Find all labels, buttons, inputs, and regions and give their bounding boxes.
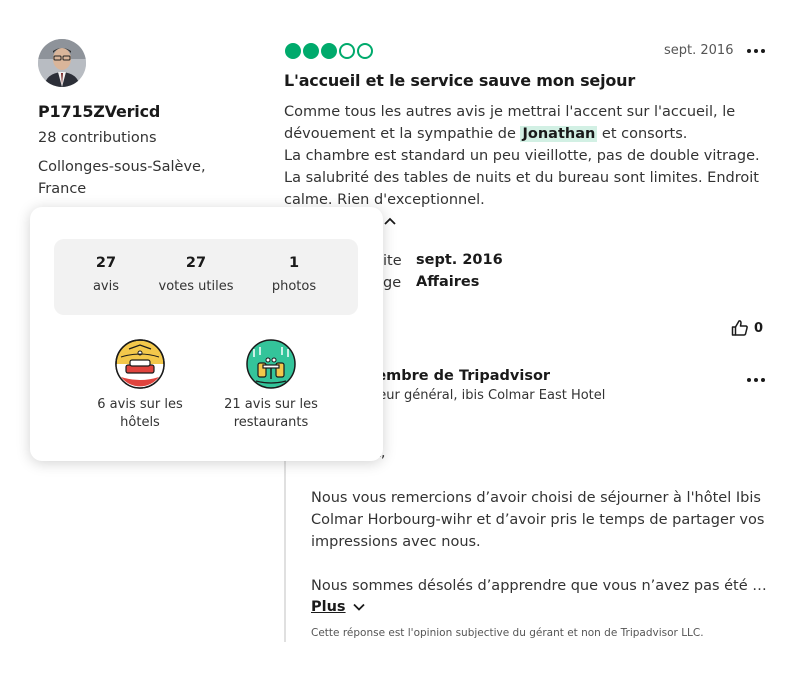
highlighted-name: Jonathan [520, 126, 598, 142]
stat-photos-value: 1 [288, 255, 300, 271]
review-more-options-icon[interactable] [745, 43, 767, 59]
rating-bubbles [285, 43, 373, 59]
location-line-1: Collonges-sous-Salève, [38, 159, 206, 175]
meta-value-date: sept. 2016 [416, 252, 503, 268]
badge-restaurant-reviews[interactable]: 21 avis sur les restaurants [201, 339, 341, 432]
rating-bubble-filled [321, 43, 337, 59]
chevron-up-icon[interactable] [383, 214, 397, 228]
review-date: sept. 2016 [664, 43, 734, 58]
reviewer-profile-popover: 27 avis 27 votes utiles 1 photos 6 avis … [30, 207, 383, 461]
reviewer-location: Collonges-sous-Salève, France [38, 156, 238, 200]
response-disclaimer: Cette réponse est l'opinion subjective d… [311, 627, 704, 639]
restaurant-badge-icon [246, 339, 296, 389]
review-title: L'accueil et le service sauve mon sejour [284, 71, 636, 90]
reviewer-contributions: 28 contributions [38, 130, 157, 146]
reviewer-stats-panel: 27 avis 27 votes utiles 1 photos [54, 239, 358, 315]
badge-hotel-line2: hôtels [120, 415, 160, 430]
avatar-photo-icon [38, 39, 86, 87]
hotel-badge-icon [115, 339, 165, 389]
response-paragraph-2: Nous sommes désolés d’apprendre que vous… [311, 578, 767, 594]
rating-bubble-empty [357, 43, 373, 59]
badge-hotel-line1: 6 avis sur les [97, 397, 183, 412]
response-more-label: Plus [311, 599, 346, 615]
stat-helpful-votes-label: votes utiles [158, 279, 234, 294]
rating-bubble-filled [303, 43, 319, 59]
review-text-line4: La salubrité des tables de nuits et du b… [284, 170, 759, 208]
response-author-role: cteur général, ibis Colmar East Hotel [366, 388, 606, 403]
rating-bubble-filled [285, 43, 301, 59]
stat-reviews: 27 avis [56, 255, 156, 294]
chevron-down-icon [352, 603, 365, 611]
thumbs-up-icon [731, 320, 748, 336]
stat-photos-label: photos [271, 279, 317, 294]
badge-hotel-label: 6 avis sur les hôtels [70, 396, 210, 432]
review-body: Comme tous les autres avis je mettrai l'… [284, 101, 774, 211]
badge-hotel-reviews[interactable]: 6 avis sur les hôtels [70, 339, 210, 432]
review-text-line3: La chambre est standard un peu vieillott… [284, 148, 760, 164]
reviewer-username[interactable]: P1715ZVericd [38, 102, 160, 121]
response-author: nembre de Tripadvisor [366, 368, 551, 384]
helpful-count: 0 [754, 320, 764, 336]
stat-reviews-value: 27 [95, 255, 117, 271]
helpful-vote-button[interactable]: 0 [731, 319, 763, 337]
meta-label-date: ite [383, 253, 402, 269]
reviewer-avatar[interactable] [38, 39, 86, 87]
rating-bubble-empty [339, 43, 355, 59]
meta-value-trip-type: Affaires [416, 274, 480, 290]
stat-helpful-votes: 27 votes utiles [146, 255, 246, 294]
meta-label-trip-type: ge [383, 275, 402, 291]
stat-reviews-label: avis [92, 279, 120, 294]
stat-helpful-votes-value: 27 [185, 255, 207, 271]
location-line-2: France [38, 181, 87, 197]
response-more-button[interactable]: Plus [311, 599, 366, 615]
review-text-part2: et consorts. [597, 126, 688, 142]
response-paragraph-1: Nous vous remercions d’avoir choisi de s… [311, 490, 765, 550]
response-more-options-icon[interactable] [745, 372, 767, 388]
stat-photos: 1 photos [244, 255, 344, 294]
badge-restaurant-label: 21 avis sur les restaurants [201, 396, 341, 432]
badge-restaurant-line1: 21 avis sur les [224, 397, 318, 412]
badge-restaurant-line2: restaurants [233, 415, 309, 430]
